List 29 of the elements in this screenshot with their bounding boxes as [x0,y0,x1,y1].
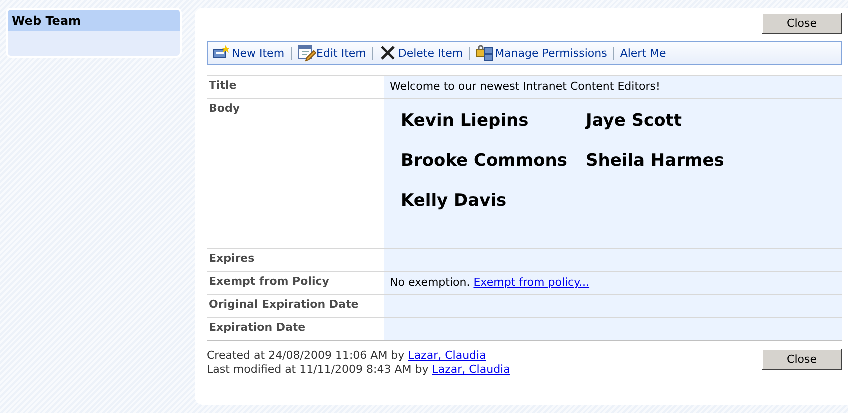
delete-icon [379,44,398,62]
name-text: Sheila Harmes [586,151,726,171]
close-button[interactable]: Close [762,13,842,34]
author-link[interactable]: Lazar, Claudia [408,349,486,362]
sidebar-title: Web Team [8,10,180,31]
name-text: Jaye Scott [586,111,684,131]
edit-icon [298,44,316,62]
field-label: Title [208,78,238,94]
field-value: Welcome to our newest Intranet Content Editors! [390,80,660,93]
close-button[interactable]: Close [762,349,842,370]
toolbar-button[interactable]: Delete Item [377,44,466,62]
toolbar-button[interactable]: Manage Permissions [474,44,610,62]
field-label: Exempt from Policy [208,274,330,290]
toolbar-button[interactable]: Edit Item [296,44,368,62]
field-label: Original Expiration Date [208,297,360,313]
field-label: Expires [208,251,256,267]
field-label: Body [208,101,241,117]
toolbar-button[interactable]: New Item [211,44,287,62]
exempt-link[interactable]: Exempt from policy... [474,276,590,289]
name-text: Kelly Davis [401,191,508,211]
footer-text: Created at 24/08/2009 11:06 AM by [207,349,405,362]
toolbar-button[interactable]: Alert Me [618,46,668,60]
name-text: Brooke Commons [401,151,568,171]
footer-text: Last modified at 11/11/2009 8:43 AM by [207,363,429,376]
name-text: Kevin Liepins [401,111,530,131]
permissions-icon [476,44,494,62]
field-value: No exemption. [390,276,470,289]
author-link[interactable]: Lazar, Claudia [432,363,510,376]
field-label: Expiration Date [208,320,307,336]
